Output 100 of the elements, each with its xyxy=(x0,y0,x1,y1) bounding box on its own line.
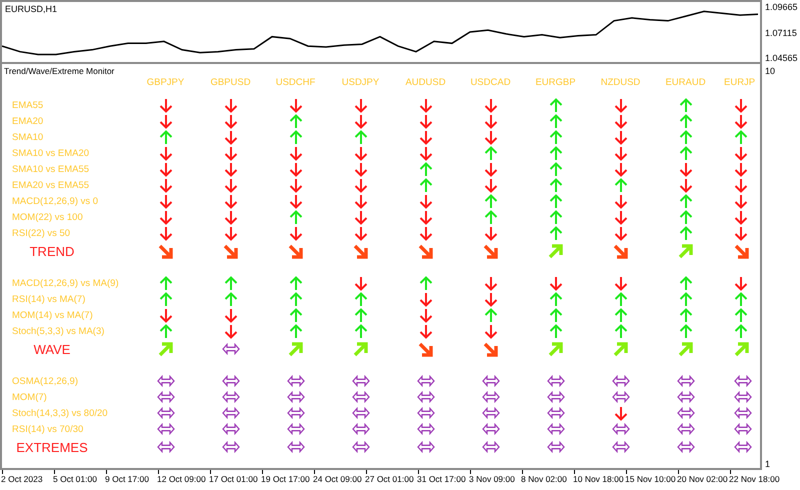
down-arrow-icon xyxy=(484,130,498,144)
double-arrow-icon xyxy=(676,423,694,435)
down-arrow-icon xyxy=(288,146,302,160)
summary-label: TREND xyxy=(28,244,76,258)
up-arrow-icon xyxy=(288,276,302,290)
time-label: 20 Nov 02:00 xyxy=(677,474,729,484)
time-label: 22 Nov 18:00 xyxy=(729,474,781,484)
up-arrow-icon xyxy=(224,292,238,306)
diagonal-down-arrow-icon xyxy=(158,244,173,258)
down-arrow-icon xyxy=(614,276,628,290)
double-arrow-icon xyxy=(156,423,174,435)
indicator-label: EMA20 vs EMA55 xyxy=(11,180,90,190)
down-arrow-icon xyxy=(734,194,748,208)
up-arrow-icon xyxy=(548,324,562,338)
symbol-label: USDJPY xyxy=(342,76,380,88)
up-arrow-icon xyxy=(158,324,172,338)
down-arrow-icon xyxy=(158,308,172,322)
up-arrow-icon xyxy=(484,146,498,160)
up-arrow-icon xyxy=(678,292,692,306)
down-arrow-icon xyxy=(354,226,368,240)
down-arrow-icon xyxy=(354,276,368,290)
down-arrow-icon xyxy=(614,162,628,176)
down-arrow-icon xyxy=(734,226,748,240)
up-arrow-icon xyxy=(734,308,748,322)
double-arrow-icon xyxy=(286,423,304,435)
double-arrow-icon xyxy=(222,407,240,419)
up-arrow-icon xyxy=(288,114,302,128)
down-arrow-icon xyxy=(484,226,498,240)
up-arrow-icon xyxy=(678,194,692,208)
scale-label: 10 xyxy=(765,66,776,77)
indicator-label: SMA10 vs EMA20 xyxy=(11,148,90,158)
up-arrow-icon xyxy=(224,276,238,290)
double-arrow-icon xyxy=(546,423,564,435)
up-arrow-icon xyxy=(678,130,692,144)
down-arrow-icon xyxy=(734,98,748,112)
indicator-label: RSI(14) vs MA(7) xyxy=(11,294,86,304)
double-arrow-icon xyxy=(416,375,434,387)
time-label: 12 Oct 09:00 xyxy=(157,474,207,484)
down-arrow-icon xyxy=(288,178,302,192)
time-label: 19 Oct 17:00 xyxy=(261,474,311,484)
down-arrow-icon xyxy=(484,324,498,338)
symbol-label: USDCHF xyxy=(276,76,316,88)
price-label: 1.07115 xyxy=(765,28,798,38)
down-arrow-icon xyxy=(288,162,302,176)
double-arrow-icon xyxy=(416,423,434,435)
diagonal-down-arrow-icon xyxy=(418,244,433,258)
up-arrow-icon xyxy=(548,226,562,240)
down-arrow-icon xyxy=(734,276,748,290)
up-arrow-icon xyxy=(288,324,302,338)
summary-label: WAVE xyxy=(32,342,72,356)
indicator-label: MACD(12,26,9) vs MA(9) xyxy=(11,278,120,288)
indicator-label: RSI(14) vs 70/30 xyxy=(11,424,84,434)
down-arrow-icon xyxy=(224,226,238,240)
indicator-label: OSMA(12,26,9) xyxy=(11,376,79,386)
double-arrow-icon xyxy=(734,441,752,453)
up-arrow-icon xyxy=(614,292,628,306)
double-arrow-icon xyxy=(156,375,174,387)
symbol-label: EURAUD xyxy=(665,76,706,88)
up-arrow-icon xyxy=(418,178,432,192)
down-arrow-icon xyxy=(614,226,628,240)
up-arrow-icon xyxy=(354,130,368,144)
down-arrow-icon xyxy=(354,210,368,224)
indicator-label: SMA10 vs EMA55 xyxy=(11,164,90,174)
double-arrow-icon xyxy=(676,391,694,403)
down-arrow-icon xyxy=(418,308,432,322)
double-arrow-icon xyxy=(286,375,304,387)
up-arrow-icon xyxy=(158,292,172,306)
monitor-title: Trend/Wave/Extreme Monitor xyxy=(3,65,116,74)
indicator-label: SMA10 xyxy=(11,132,44,142)
price-label: 1.09665 xyxy=(765,2,799,13)
time-label: 3 Nov 09:00 xyxy=(469,474,516,484)
diagonal-up-arrow-icon xyxy=(678,342,693,356)
symbol-label: EURGBP xyxy=(535,76,576,88)
symbol-label: AUDUSD xyxy=(405,76,446,88)
up-arrow-icon xyxy=(678,114,692,128)
down-arrow-icon xyxy=(418,146,432,160)
up-arrow-icon xyxy=(678,308,692,322)
up-arrow-icon xyxy=(158,130,172,144)
symbol-label: NZDUSD xyxy=(600,76,640,88)
double-arrow-icon xyxy=(352,423,370,435)
double-arrow-icon xyxy=(734,391,752,403)
down-arrow-icon xyxy=(158,194,172,208)
down-arrow-icon xyxy=(224,146,238,160)
time-label: 5 Oct 01:00 xyxy=(53,474,98,484)
down-arrow-icon xyxy=(354,98,368,112)
down-arrow-icon xyxy=(354,114,368,128)
down-arrow-icon xyxy=(734,178,748,192)
diagonal-up-arrow-icon xyxy=(678,244,693,258)
double-arrow-icon xyxy=(734,375,752,387)
diagonal-down-arrow-icon xyxy=(223,244,238,258)
double-arrow-icon xyxy=(156,407,174,419)
down-arrow-icon xyxy=(734,162,748,176)
down-arrow-icon xyxy=(224,130,238,144)
up-arrow-icon xyxy=(548,308,562,322)
double-arrow-icon xyxy=(612,375,630,387)
down-arrow-icon xyxy=(354,146,368,160)
down-arrow-icon xyxy=(548,276,562,290)
up-arrow-icon xyxy=(548,178,562,192)
double-arrow-icon xyxy=(482,375,500,387)
indicator-label: MOM(14) vs MA(7) xyxy=(11,310,94,320)
